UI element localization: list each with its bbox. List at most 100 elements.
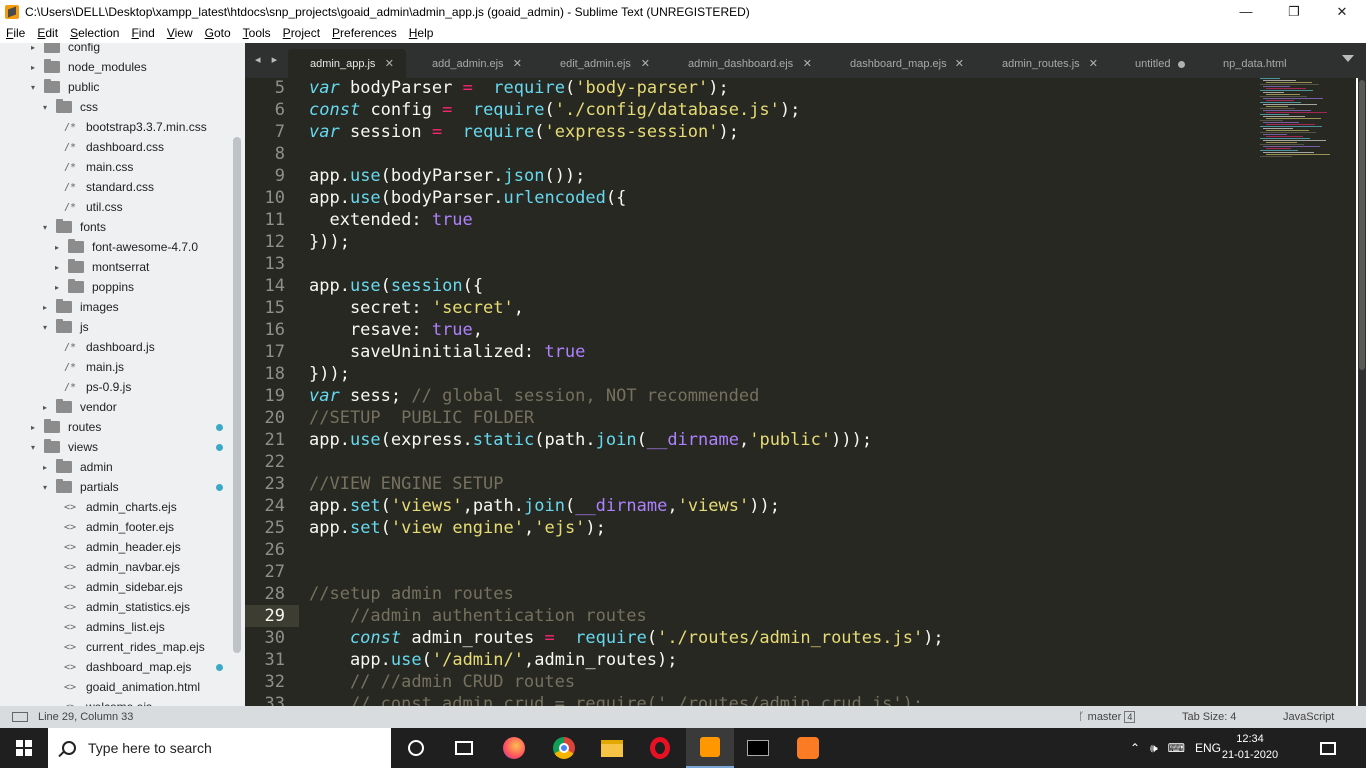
tab-3[interactable]: edit_admin.ejs ✕	[538, 49, 662, 78]
collapsed-arrow-icon[interactable]: ▸	[28, 43, 38, 52]
menu-goto[interactable]: Goto	[199, 26, 237, 40]
code-line[interactable]: // const admin_crud = require('./routes/…	[309, 693, 923, 706]
xampp-icon[interactable]	[784, 728, 832, 768]
expanded-arrow-icon[interactable]: ▾	[40, 103, 50, 112]
sidebar-file[interactable]: /* dashboard.css	[64, 137, 164, 157]
sidebar-folder[interactable]: ▸ poppins	[52, 277, 134, 297]
minimap[interactable]	[1260, 78, 1330, 168]
sidebar-scrollbar[interactable]	[233, 137, 241, 653]
keyboard-icon[interactable]: ⌨	[1168, 741, 1185, 755]
tab-6[interactable]: admin_routes.js ✕	[980, 49, 1110, 78]
expanded-arrow-icon[interactable]: ▾	[40, 323, 50, 332]
code-line[interactable]: // //admin CRUD routes	[309, 671, 575, 693]
file-explorer-icon[interactable]	[588, 728, 636, 768]
tab-close-icon[interactable]: ✕	[803, 57, 812, 70]
expanded-arrow-icon[interactable]: ▾	[28, 443, 38, 452]
code-line[interactable]: }));	[309, 363, 350, 385]
editor-scrollbar[interactable]	[1358, 78, 1366, 706]
sidebar-file[interactable]: /* main.css	[64, 157, 133, 177]
code-line[interactable]: //VIEW ENGINE SETUP	[309, 473, 503, 495]
code-line[interactable]: extended: true	[309, 209, 472, 231]
sidebar-file[interactable]: <>welcome.ejs	[64, 697, 152, 706]
menu-tools[interactable]: Tools	[237, 26, 277, 40]
sidebar-file[interactable]: /* main.js	[64, 357, 124, 377]
editor-scrollbar-thumb[interactable]	[1359, 80, 1365, 370]
code-line[interactable]: //SETUP PUBLIC FOLDER	[309, 407, 534, 429]
menu-view[interactable]: View	[161, 26, 199, 40]
cortana-icon[interactable]	[392, 728, 440, 768]
start-button[interactable]	[0, 728, 48, 768]
tab-8[interactable]: np_data.html	[1201, 49, 1311, 78]
unsaved-dot-icon[interactable]	[1178, 61, 1185, 68]
chrome-icon[interactable]	[540, 728, 588, 768]
sidebar-file[interactable]: <> dashboard_map.ejs	[64, 657, 191, 677]
tab-navigation-arrows[interactable]: ◂ ▸	[255, 53, 281, 66]
sidebar-file[interactable]: <> admin_statistics.ejs	[64, 597, 190, 617]
panel-toggle-icon[interactable]	[12, 712, 28, 722]
sidebar-file[interactable]: <> admin_sidebar.ejs	[64, 577, 183, 597]
sidebar-folder[interactable]: ▸ montserrat	[52, 257, 149, 277]
menu-help[interactable]: Help	[403, 26, 440, 40]
sublime-taskbar-icon[interactable]	[686, 728, 734, 768]
notifications-icon[interactable]	[1308, 728, 1348, 768]
tab-4[interactable]: admin_dashboard.ejs ✕	[666, 49, 824, 78]
code-line[interactable]: secret: 'secret',	[309, 297, 524, 319]
sidebar-file[interactable]: /* util.css	[64, 197, 123, 217]
sidebar-file[interactable]: /* dashboard.js	[64, 337, 155, 357]
taskbar-search[interactable]: Type here to search	[48, 728, 391, 768]
sidebar-folder[interactable]: ▸ routes	[28, 417, 101, 437]
code-line[interactable]: app.set('views',path.join(__dirname,'vie…	[309, 495, 780, 517]
sidebar-file[interactable]: <> admin_header.ejs	[64, 537, 181, 557]
show-hidden-icons-icon[interactable]: ⌃	[1130, 741, 1140, 755]
menu-edit[interactable]: Edit	[31, 26, 64, 40]
volume-icon[interactable]: 🕪	[1150, 741, 1158, 756]
expanded-arrow-icon[interactable]: ▾	[28, 83, 38, 92]
collapsed-arrow-icon[interactable]: ▸	[28, 63, 38, 72]
sidebar-folder[interactable]: ▾ js	[40, 317, 89, 337]
code-line[interactable]: app.use(bodyParser.urlencoded({	[309, 187, 626, 209]
code-line[interactable]: resave: true,	[309, 319, 483, 341]
code-line[interactable]: app.use(bodyParser.json());	[309, 165, 585, 187]
code-line[interactable]: }));	[309, 231, 350, 253]
input-language[interactable]: ENG	[1195, 741, 1221, 755]
tab-2[interactable]: add_admin.ejs ✕	[410, 49, 534, 78]
close-button[interactable]: ✕	[1318, 0, 1366, 23]
opera-icon[interactable]	[636, 728, 684, 768]
sidebar-file[interactable]: <> admin_footer.ejs	[64, 517, 174, 537]
collapsed-arrow-icon[interactable]: ▸	[52, 283, 62, 292]
code-line[interactable]: //setup admin routes	[309, 583, 514, 605]
sidebar-folder[interactable]: ▸ node_modules	[28, 57, 147, 77]
sidebar-file[interactable]: /* ps-0.9.js	[64, 377, 131, 397]
menu-preferences[interactable]: Preferences	[326, 26, 403, 40]
git-branch[interactable]: ᚴ master 4	[1078, 711, 1136, 723]
tab-close-icon[interactable]: ✕	[385, 57, 394, 70]
code-line[interactable]: saveUninitialized: true	[309, 341, 585, 363]
code-line[interactable]: app.set('view engine','ejs');	[309, 517, 606, 539]
sidebar-folder[interactable]: ▸ vendor	[40, 397, 117, 417]
sidebar-file[interactable]: /* bootstrap3.3.7.min.css	[64, 117, 207, 137]
expanded-arrow-icon[interactable]: ▾	[40, 223, 50, 232]
sidebar-file[interactable]: <> goaid_animation.html	[64, 677, 200, 697]
menu-selection[interactable]: Selection	[64, 26, 125, 40]
code-line[interactable]: var sess; // global session, NOT recomme…	[309, 385, 759, 407]
command-prompt-icon[interactable]	[734, 728, 782, 768]
tab-5[interactable]: dashboard_map.ejs ✕	[828, 49, 976, 78]
code-line[interactable]: const config = require('./config/databas…	[309, 99, 800, 121]
sidebar-folder[interactable]: ▾ public	[28, 77, 99, 97]
code-line[interactable]: app.use(express.static(path.join(__dirna…	[309, 429, 872, 451]
sidebar-file[interactable]: <> current_rides_map.ejs	[64, 637, 205, 657]
collapsed-arrow-icon[interactable]: ▸	[28, 423, 38, 432]
sidebar-file[interactable]: <> admin_charts.ejs	[64, 497, 177, 517]
sidebar-file[interactable]: <> admin_navbar.ejs	[64, 557, 180, 577]
tab-1[interactable]: admin_app.js ✕	[288, 49, 406, 78]
tab-size-selector[interactable]: Tab Size: 4	[1182, 711, 1236, 723]
sidebar-folder[interactable]: ▾ views	[28, 437, 98, 457]
taskbar-clock[interactable]: 12:34 21-01-2020	[1220, 731, 1280, 763]
code-editor[interactable]: 5 var bodyParser = require('body-parser')…	[245, 78, 1356, 706]
maximize-button[interactable]: ❐	[1270, 0, 1318, 23]
code-line[interactable]: const admin_routes = require('./routes/a…	[309, 627, 944, 649]
menu-file[interactable]: File	[0, 26, 31, 40]
code-line[interactable]: var bodyParser = require('body-parser');	[309, 78, 729, 99]
sidebar-folder[interactable]: ▾ partials	[40, 477, 119, 497]
tab-close-icon[interactable]: ✕	[641, 57, 650, 70]
